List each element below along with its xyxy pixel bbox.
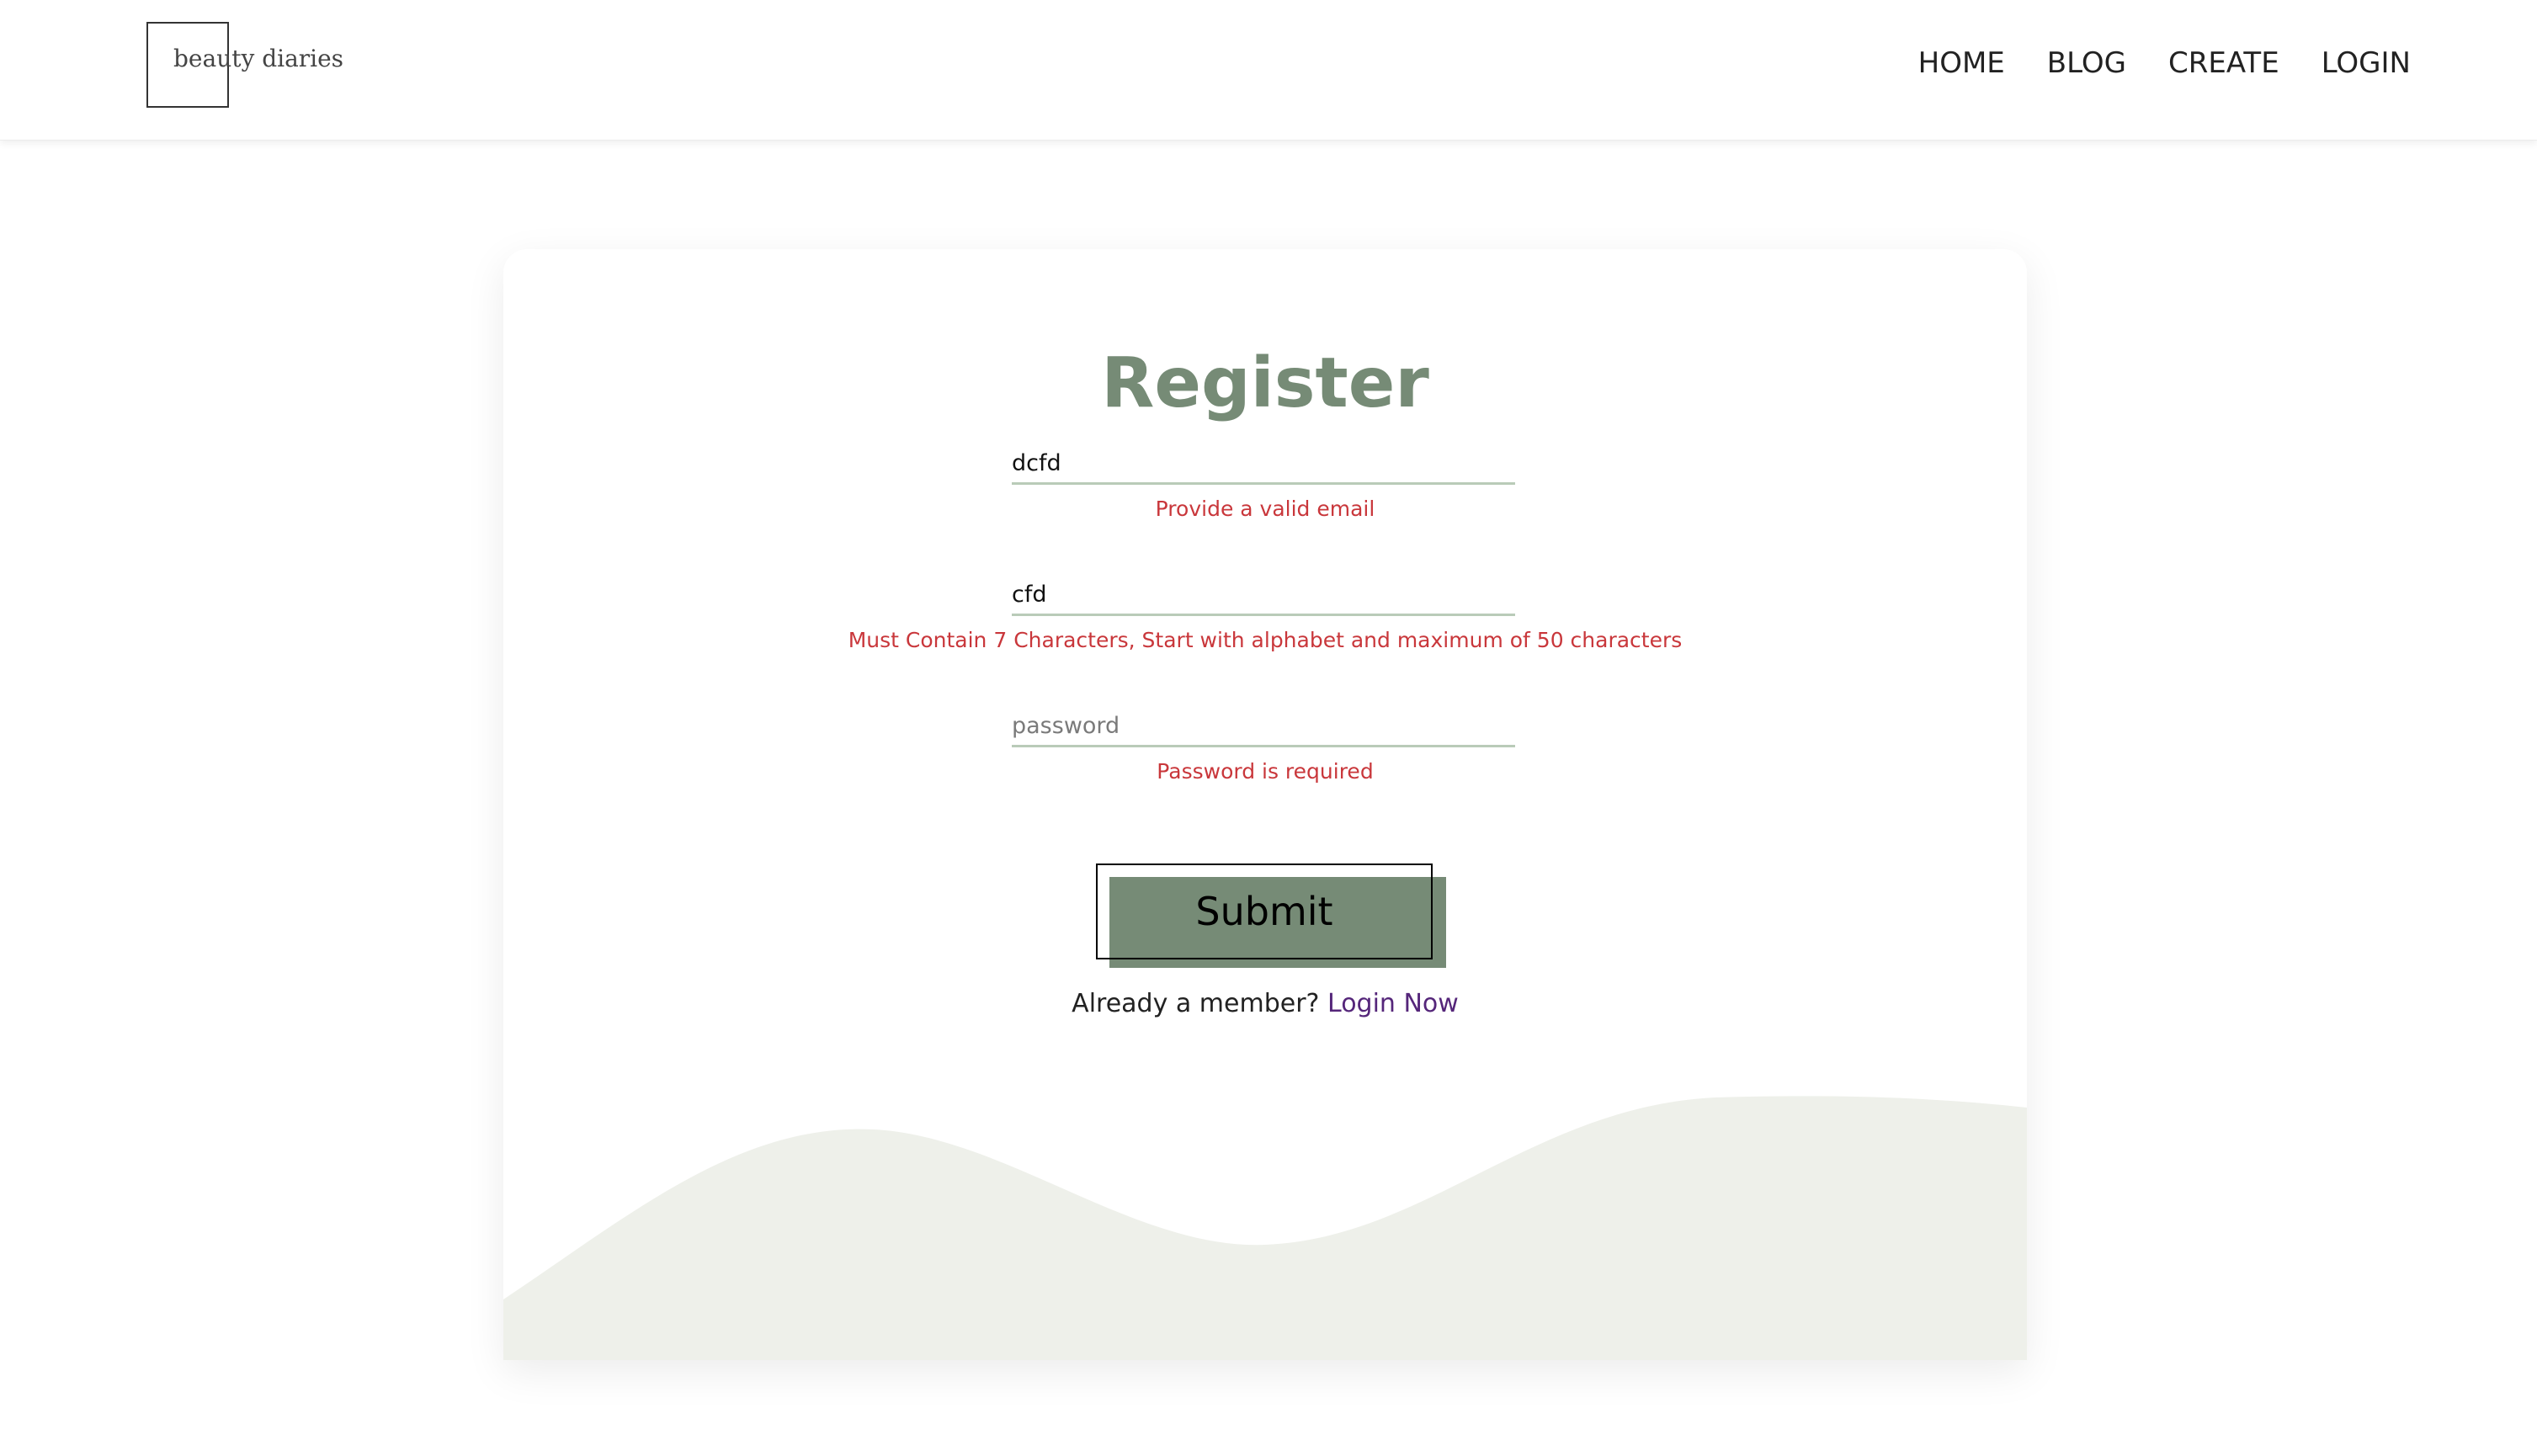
member-text: Already a member? — [1072, 989, 1320, 1018]
password-field[interactable] — [1012, 707, 1515, 747]
email-error: Provide a valid email — [1155, 497, 1375, 521]
nav-create[interactable]: CREATE — [2168, 49, 2279, 77]
nav-home[interactable]: HOME — [1918, 49, 2005, 77]
register-card: Register Provide a valid email Must Cont… — [503, 249, 2027, 1360]
page-title: Register — [1101, 343, 1429, 423]
username-error: Must Contain 7 Characters, Start with al… — [848, 628, 1683, 652]
login-now-link[interactable]: Login Now — [1327, 989, 1459, 1018]
nav-blog[interactable]: BLOG — [2047, 49, 2126, 77]
username-field[interactable] — [1012, 576, 1515, 616]
decorative-wave — [503, 1096, 2027, 1360]
submit-button[interactable]: Submit — [1096, 864, 1433, 959]
password-error: Password is required — [1157, 759, 1374, 784]
logo[interactable]: beauty diaries — [146, 22, 343, 108]
logo-text: beauty diaries — [173, 45, 344, 72]
member-prompt: Already a member? Login Now — [503, 991, 2027, 1017]
site-header: beauty diaries HOME BLOG CREATE LOGIN — [0, 0, 2537, 141]
nav-login[interactable]: LOGIN — [2322, 49, 2411, 77]
email-field[interactable] — [1012, 444, 1515, 485]
main-nav: HOME BLOG CREATE LOGIN — [1918, 49, 2411, 77]
submit-button-group: Submit — [1096, 864, 1446, 968]
